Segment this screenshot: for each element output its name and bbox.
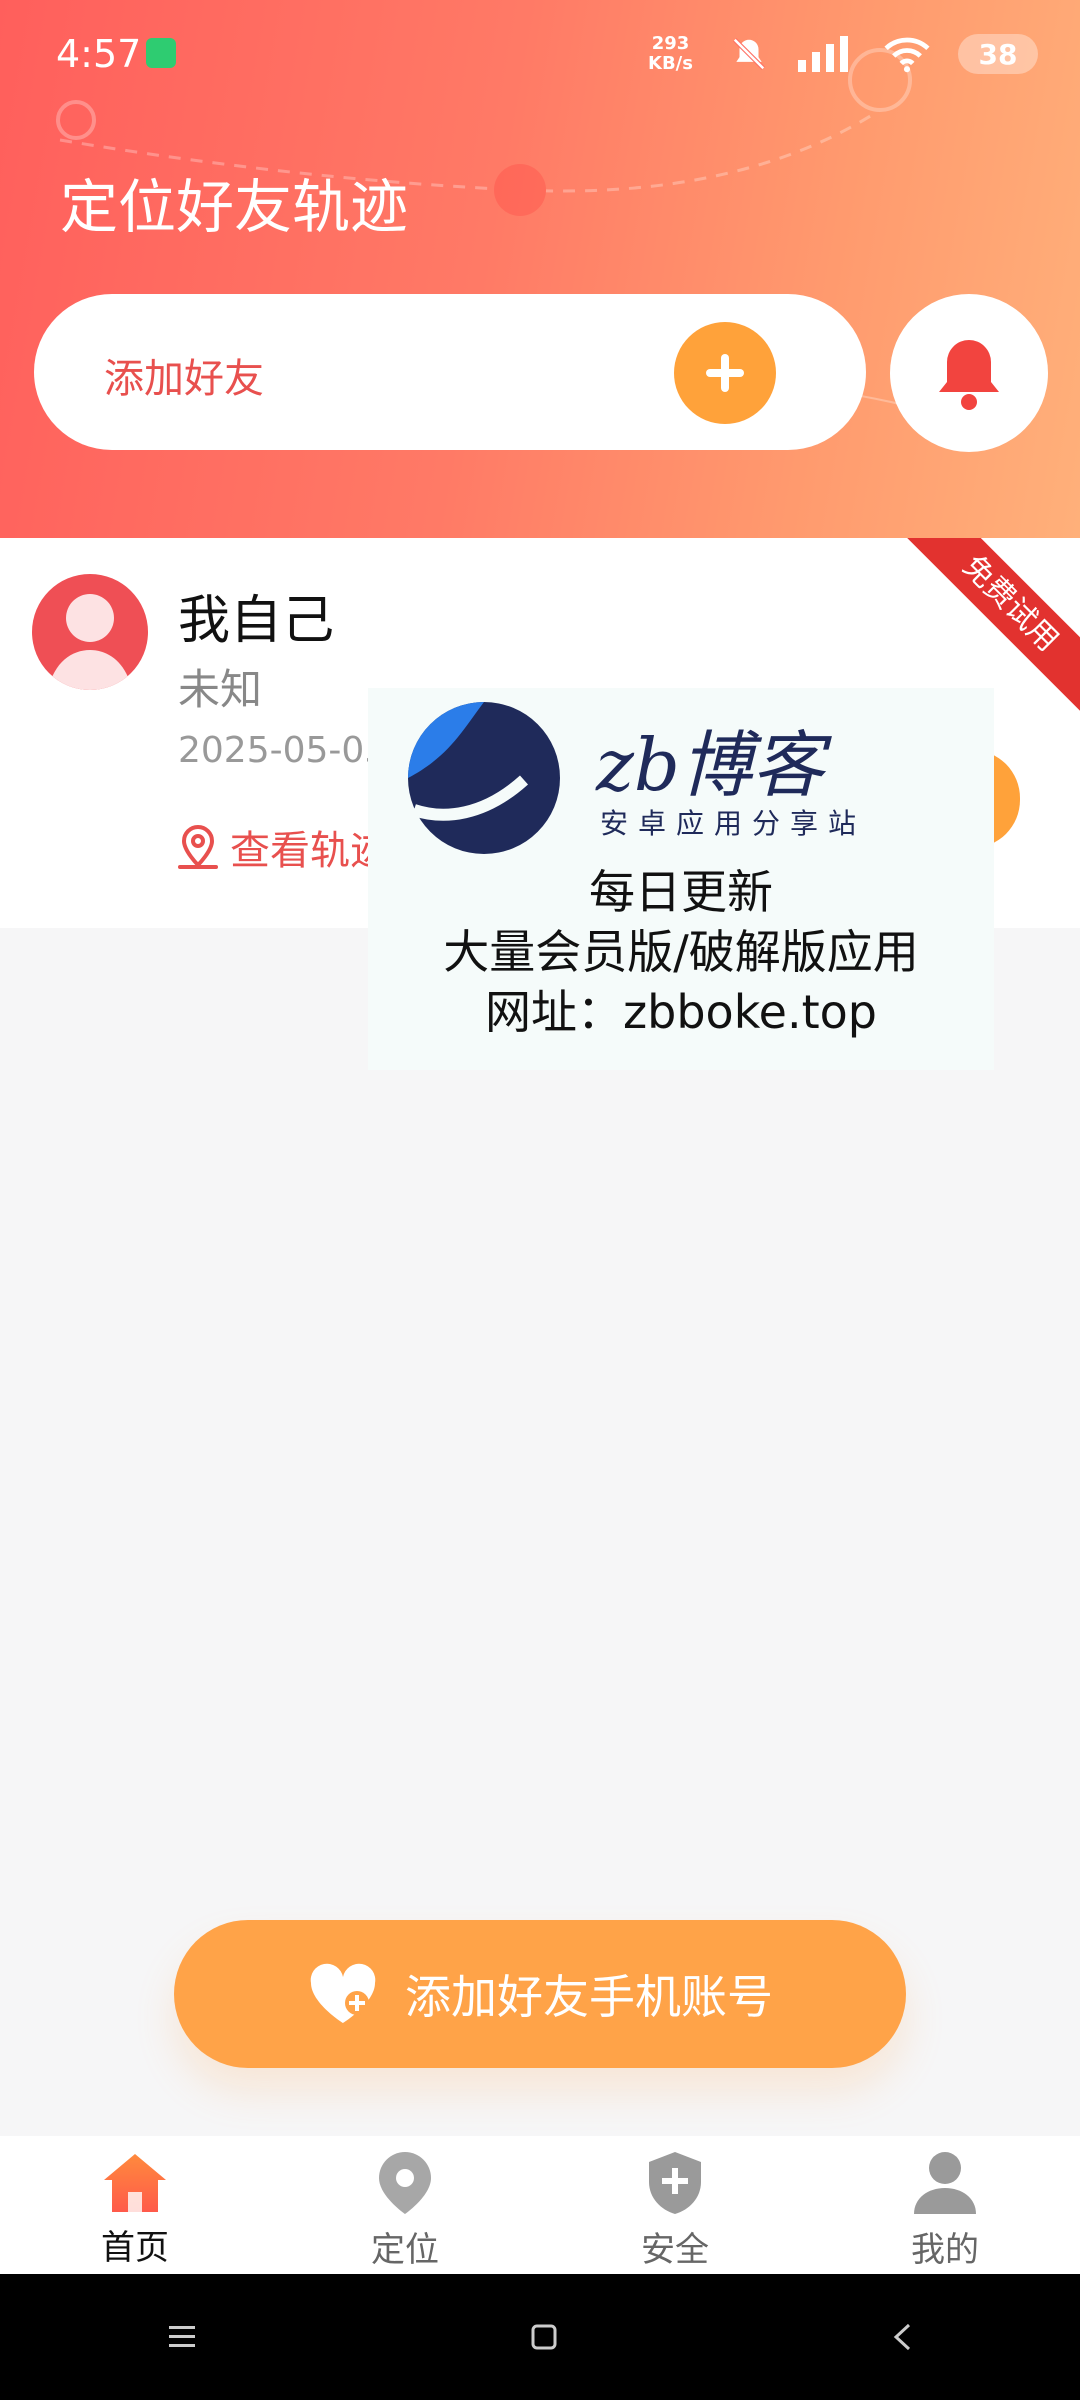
friend-status: 未知 bbox=[178, 665, 263, 714]
friend-date: 2025-05-05 bbox=[178, 730, 388, 771]
watermark-line-1: 每日更新 bbox=[589, 865, 773, 919]
wifi-icon bbox=[884, 37, 930, 73]
add-friend-label: 添加好友 bbox=[104, 356, 264, 402]
location-pin-icon bbox=[379, 2152, 431, 2214]
nav-label-security: 安全 bbox=[641, 2230, 709, 2270]
header-banner: 4:57 293 KB/s 38 定位好友轨迹 添加好友 bbox=[0, 0, 1080, 538]
nav-label-location: 定位 bbox=[371, 2230, 439, 2270]
plus-icon bbox=[706, 354, 744, 392]
person-icon bbox=[914, 2152, 976, 2214]
person-avatar-icon bbox=[48, 594, 132, 690]
notification-button[interactable] bbox=[890, 294, 1048, 452]
menu-icon[interactable] bbox=[167, 2324, 197, 2350]
nav-item-profile[interactable]: 我的 bbox=[810, 2136, 1080, 2274]
back-icon[interactable] bbox=[891, 2322, 913, 2352]
friend-name: 我自己 bbox=[178, 591, 335, 651]
heart-plus-icon bbox=[310, 1963, 376, 2023]
home-icon bbox=[104, 2154, 166, 2212]
nav-label-home: 首页 bbox=[101, 2228, 169, 2268]
location-outline-icon bbox=[178, 824, 218, 869]
shield-icon bbox=[649, 2152, 701, 2214]
watermark-subtitle: 安卓应用分享站 bbox=[600, 807, 867, 840]
battery-indicator: 38 bbox=[958, 34, 1038, 74]
add-friend-bar[interactable]: 添加好友 bbox=[34, 294, 866, 450]
signal-icon bbox=[798, 36, 848, 72]
add-friend-phone-label: 添加好友手机账号 bbox=[405, 1970, 773, 2024]
page-title: 定位好友轨迹 bbox=[60, 173, 409, 241]
avatar bbox=[32, 574, 148, 690]
app-notification-icon bbox=[146, 38, 176, 68]
watermark-line-3: 网址：zbboke.top bbox=[485, 985, 877, 1039]
watermark-overlay: zb博客 安卓应用分享站 每日更新 大量会员版/破解版应用 网址：zbboke.… bbox=[368, 688, 994, 1070]
nav-item-home[interactable]: 首页 bbox=[0, 2136, 270, 2274]
network-speed-value: 293 bbox=[651, 33, 690, 54]
status-icons: 38 bbox=[730, 34, 1038, 74]
nav-item-security[interactable]: 安全 bbox=[540, 2136, 810, 2274]
network-speed: 293 KB/s bbox=[648, 34, 693, 74]
status-bar: 4:57 293 KB/s 38 bbox=[0, 0, 1080, 110]
nav-item-location[interactable]: 定位 bbox=[270, 2136, 540, 2274]
add-friend-phone-button[interactable]: 添加好友手机账号 bbox=[174, 1920, 906, 2068]
nav-label-profile: 我的 bbox=[911, 2230, 979, 2270]
view-track-label: 查看轨迹 bbox=[230, 828, 390, 874]
view-track-link[interactable]: 查看轨迹 bbox=[176, 818, 390, 876]
system-nav-bar bbox=[0, 2274, 1080, 2400]
bell-icon bbox=[939, 340, 999, 410]
add-friend-button[interactable] bbox=[674, 322, 776, 424]
status-time: 4:57 bbox=[56, 32, 142, 76]
home-square-icon[interactable] bbox=[530, 2323, 558, 2351]
blog-logo-icon bbox=[408, 702, 560, 854]
network-speed-unit: KB/s bbox=[648, 53, 693, 74]
watermark-line-2: 大量会员版/破解版应用 bbox=[443, 925, 919, 979]
bottom-nav: 首页 定位 安全 我的 bbox=[0, 2136, 1080, 2274]
watermark-brand: zb博客 bbox=[596, 723, 825, 807]
mute-bell-icon bbox=[733, 38, 765, 70]
